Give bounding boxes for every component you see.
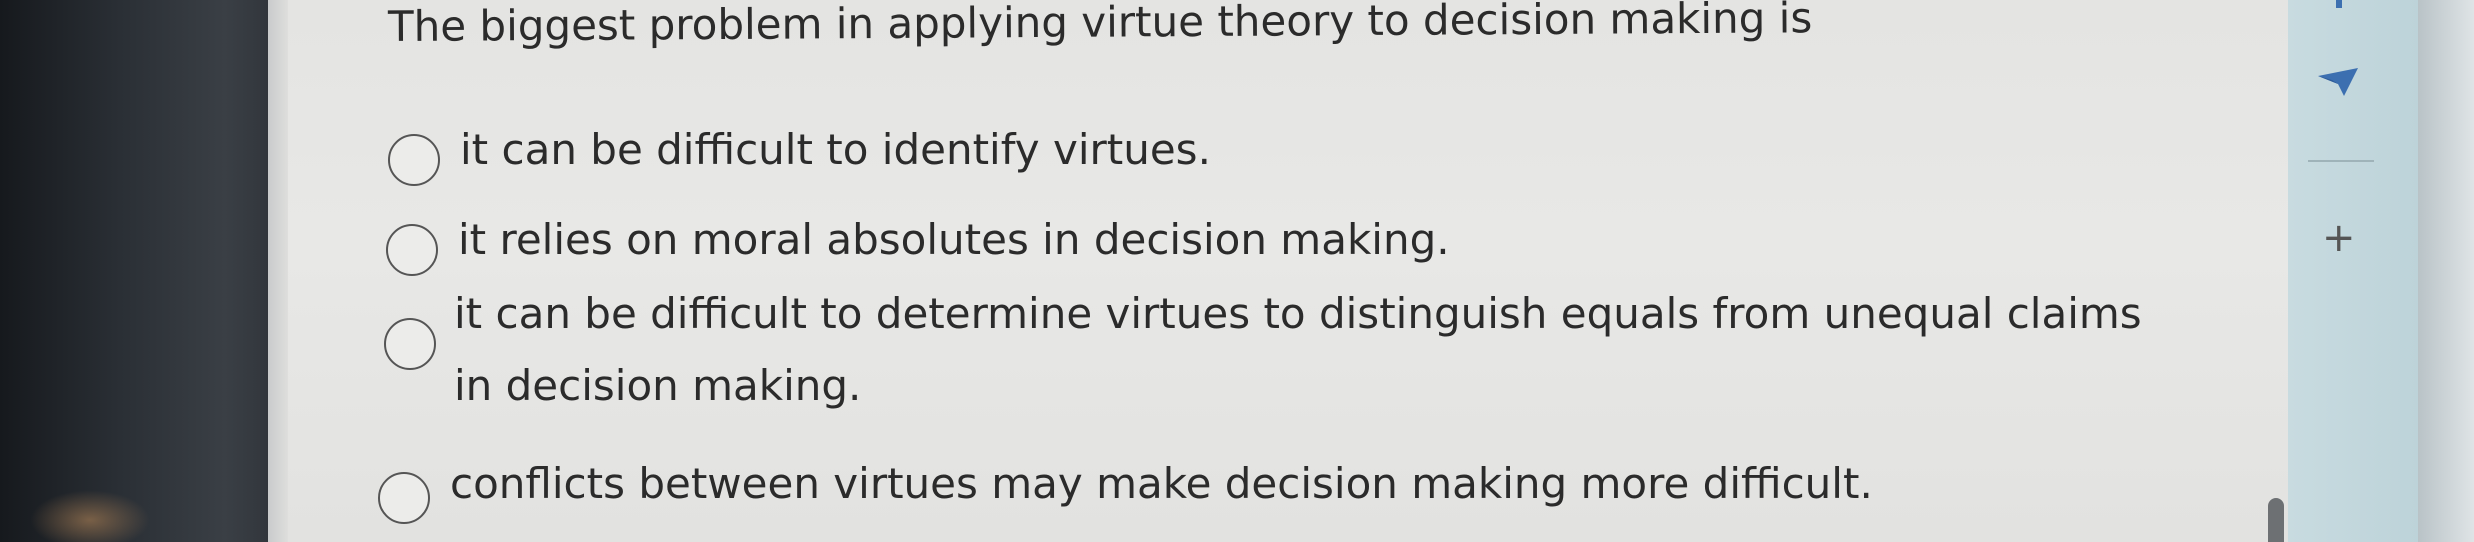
photo: The biggest problem in applying virtue t… <box>0 0 2474 542</box>
answer-label: it can be difficult to identify virtues. <box>460 125 1211 174</box>
radio-button[interactable] <box>384 318 436 370</box>
answer-label-continued: in decision making. <box>454 361 862 410</box>
screen-edge <box>268 0 288 542</box>
monitor-frame-right <box>2418 0 2474 542</box>
plus-icon[interactable]: + <box>2322 218 2356 258</box>
send-icon[interactable] <box>2316 66 2360 100</box>
question-text: The biggest problem in applying virtue t… <box>387 0 1813 51</box>
scrollbar-thumb[interactable] <box>2268 498 2284 542</box>
question-panel: The biggest problem in applying virtue t… <box>378 0 2288 542</box>
sidebar-top-marker <box>2336 0 2342 8</box>
sidebar-divider <box>2308 160 2374 162</box>
answer-label: it relies on moral absolutes in decision… <box>458 215 1450 264</box>
radio-button[interactable] <box>378 472 430 524</box>
bezel-glare <box>30 490 150 542</box>
radio-button[interactable] <box>388 134 440 186</box>
answer-label: it can be difficult to determine virtues… <box>454 289 2142 338</box>
answer-label: conflicts between virtues may make decis… <box>450 459 1873 508</box>
laptop-bezel <box>0 0 300 542</box>
radio-button[interactable] <box>386 224 438 276</box>
